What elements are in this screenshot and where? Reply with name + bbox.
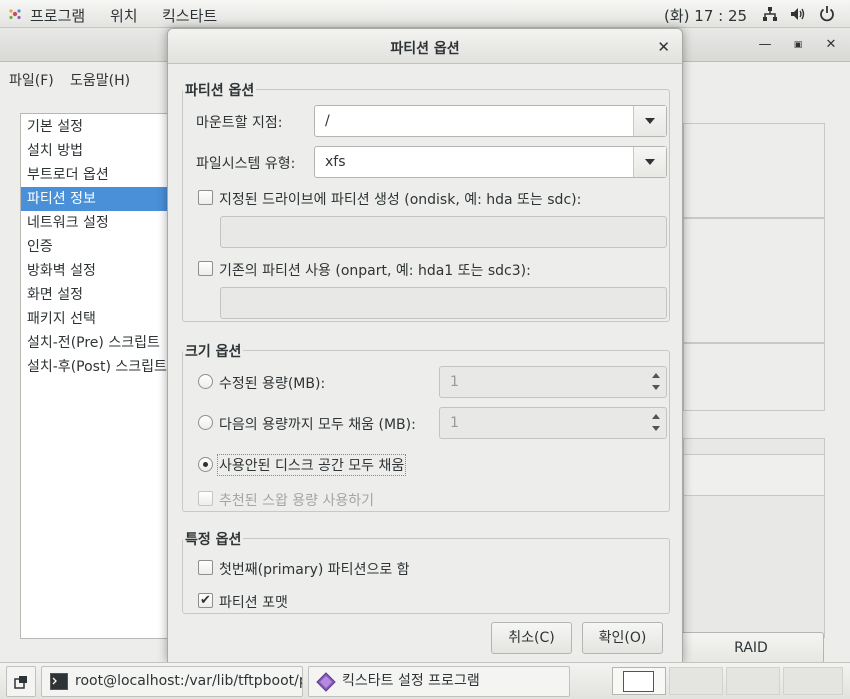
active-app-menu[interactable]: 킥스타트: [162, 5, 217, 26]
show-desktop-button[interactable]: [6, 666, 36, 697]
fill-disk-radio[interactable]: [198, 457, 213, 472]
workspace-3[interactable]: [726, 667, 780, 695]
workspace-window-thumbnail: [623, 671, 654, 692]
primary-partition-label[interactable]: 첫번째(primary) 파티션으로 함: [219, 559, 410, 579]
sidebar: 기본 설정 설치 방법 부트로더 옵션 파티션 정보 네트워크 설정 인증 방화벽 설정 화면…: [20, 113, 171, 639]
show-desktop-icon: [14, 676, 27, 689]
fixed-size-value: 1: [450, 374, 459, 390]
grow-to-spinner[interactable]: 1: [439, 407, 667, 439]
power-icon[interactable]: [819, 5, 835, 22]
sidebar-item[interactable]: 기본 설정: [21, 115, 171, 139]
dialog-titlebar[interactable]: 파티션 옵션 ✕: [168, 29, 682, 64]
sidebar-item[interactable]: 설치 방법: [21, 139, 171, 163]
taskbar: root@localhost:/var/lib/tftpboot/px… 킥스타…: [0, 662, 850, 699]
close-icon[interactable]: ✕: [657, 38, 670, 56]
gnome-foot-icon[interactable]: [8, 7, 22, 21]
format-partition-label[interactable]: 파티션 포맷: [219, 592, 288, 612]
volume-icon[interactable]: [790, 6, 806, 22]
cancel-button[interactable]: 취소(C): [491, 622, 572, 654]
kickstart-icon: [316, 672, 336, 692]
partition-row[interactable]: [684, 454, 824, 496]
primary-partition-checkbox[interactable]: [198, 560, 213, 575]
menu-file[interactable]: 파일(F): [9, 70, 54, 90]
clock[interactable]: (화) 17 : 25: [664, 5, 747, 26]
spin-down-icon[interactable]: [650, 381, 664, 395]
ondisk-checkbox[interactable]: [198, 190, 213, 205]
sidebar-item[interactable]: 방화벽 설정: [21, 259, 171, 283]
sidebar-item[interactable]: 네트워크 설정: [21, 211, 171, 235]
onpart-label[interactable]: 기존의 파티션 사용 (onpart, 예: hda1 또는 sdc3):: [219, 260, 531, 280]
workspace-2[interactable]: [669, 667, 723, 695]
partition-options-dialog: 파티션 옵션 ✕ 파티션 옵션 마운트할 지점: / 파일시스템 유형: xfs…: [167, 28, 683, 663]
grow-to-label[interactable]: 다음의 용량까지 모두 채움 (MB):: [219, 414, 416, 434]
fixed-size-radio[interactable]: [198, 374, 213, 389]
sidebar-item[interactable]: 패키지 선택: [21, 307, 171, 331]
sidebar-item[interactable]: 설치-후(Post) 스크립트: [21, 355, 171, 379]
ok-button[interactable]: 확인(O): [582, 622, 663, 654]
close-icon[interactable]: ✕: [824, 38, 838, 52]
chevron-down-icon[interactable]: [633, 106, 666, 136]
fill-disk-label[interactable]: 사용안된 디스크 공간 모두 채움: [217, 454, 407, 476]
format-partition-checkbox[interactable]: ✔: [198, 593, 213, 608]
minimize-icon[interactable]: —: [758, 38, 772, 52]
background-panel: [683, 343, 825, 411]
partition-list[interactable]: [683, 438, 825, 638]
spin-down-icon[interactable]: [650, 422, 664, 436]
terminal-task[interactable]: root@localhost:/var/lib/tftpboot/px…: [41, 666, 303, 697]
ondisk-input[interactable]: [220, 216, 667, 248]
fs-type-label: 파일시스템 유형:: [196, 156, 296, 172]
grow-to-radio[interactable]: [198, 415, 213, 430]
workspace-4[interactable]: [783, 667, 843, 695]
kickstart-task[interactable]: 킥스타트 설정 프로그램: [308, 666, 570, 697]
terminal-task-label: root@localhost:/var/lib/tftpboot/px…: [75, 673, 302, 689]
specific-options-heading: 특정 옵션: [183, 529, 244, 549]
sidebar-item[interactable]: 부트로더 옵션: [21, 163, 171, 187]
fs-type-combo[interactable]: xfs: [314, 146, 667, 178]
partition-options-heading: 파티션 옵션: [183, 80, 257, 100]
mount-point-combo[interactable]: /: [314, 105, 667, 137]
terminal-icon: [50, 673, 68, 690]
sidebar-item[interactable]: 파티션 정보: [21, 187, 171, 211]
background-panel: [683, 218, 825, 343]
top-panel: 프로그램 위치 킥스타트 (화) 17 : 25: [0, 0, 850, 28]
raid-button[interactable]: RAID: [678, 632, 824, 664]
onpart-checkbox[interactable]: [198, 261, 213, 276]
menu-help[interactable]: 도움말(H): [70, 70, 130, 90]
recommended-swap-checkbox: [198, 491, 213, 506]
places-menu[interactable]: 위치: [110, 5, 138, 26]
chevron-down-icon[interactable]: [633, 147, 666, 177]
size-options-heading: 크기 옵션: [183, 341, 244, 361]
fs-type-value: xfs: [325, 154, 346, 170]
mount-point-value[interactable]: /: [325, 113, 330, 129]
applications-menu[interactable]: 프로그램: [30, 5, 85, 26]
sidebar-item[interactable]: 인증: [21, 235, 171, 259]
kickstart-task-label: 킥스타트 설정 프로그램: [342, 673, 480, 689]
recommended-swap-label: 추천된 스왑 용량 사용하기: [219, 493, 375, 509]
grow-to-value: 1: [450, 415, 459, 431]
mount-point-label: 마운트할 지점:: [196, 115, 283, 131]
workspace-1[interactable]: [612, 667, 666, 695]
dialog-title: 파티션 옵션: [390, 41, 460, 57]
sidebar-item[interactable]: 화면 설정: [21, 283, 171, 307]
maximize-icon[interactable]: ▣: [791, 38, 805, 52]
network-icon[interactable]: [762, 6, 778, 22]
fixed-size-label[interactable]: 수정된 용량(MB):: [219, 373, 325, 393]
ondisk-label[interactable]: 지정된 드라이브에 파티션 생성 (ondisk, 예: hda 또는 sdc)…: [219, 189, 581, 209]
sidebar-item[interactable]: 설치-전(Pre) 스크립트: [21, 331, 171, 355]
fixed-size-spinner[interactable]: 1: [439, 366, 667, 398]
background-panel: [683, 123, 825, 218]
onpart-input[interactable]: [220, 287, 667, 319]
